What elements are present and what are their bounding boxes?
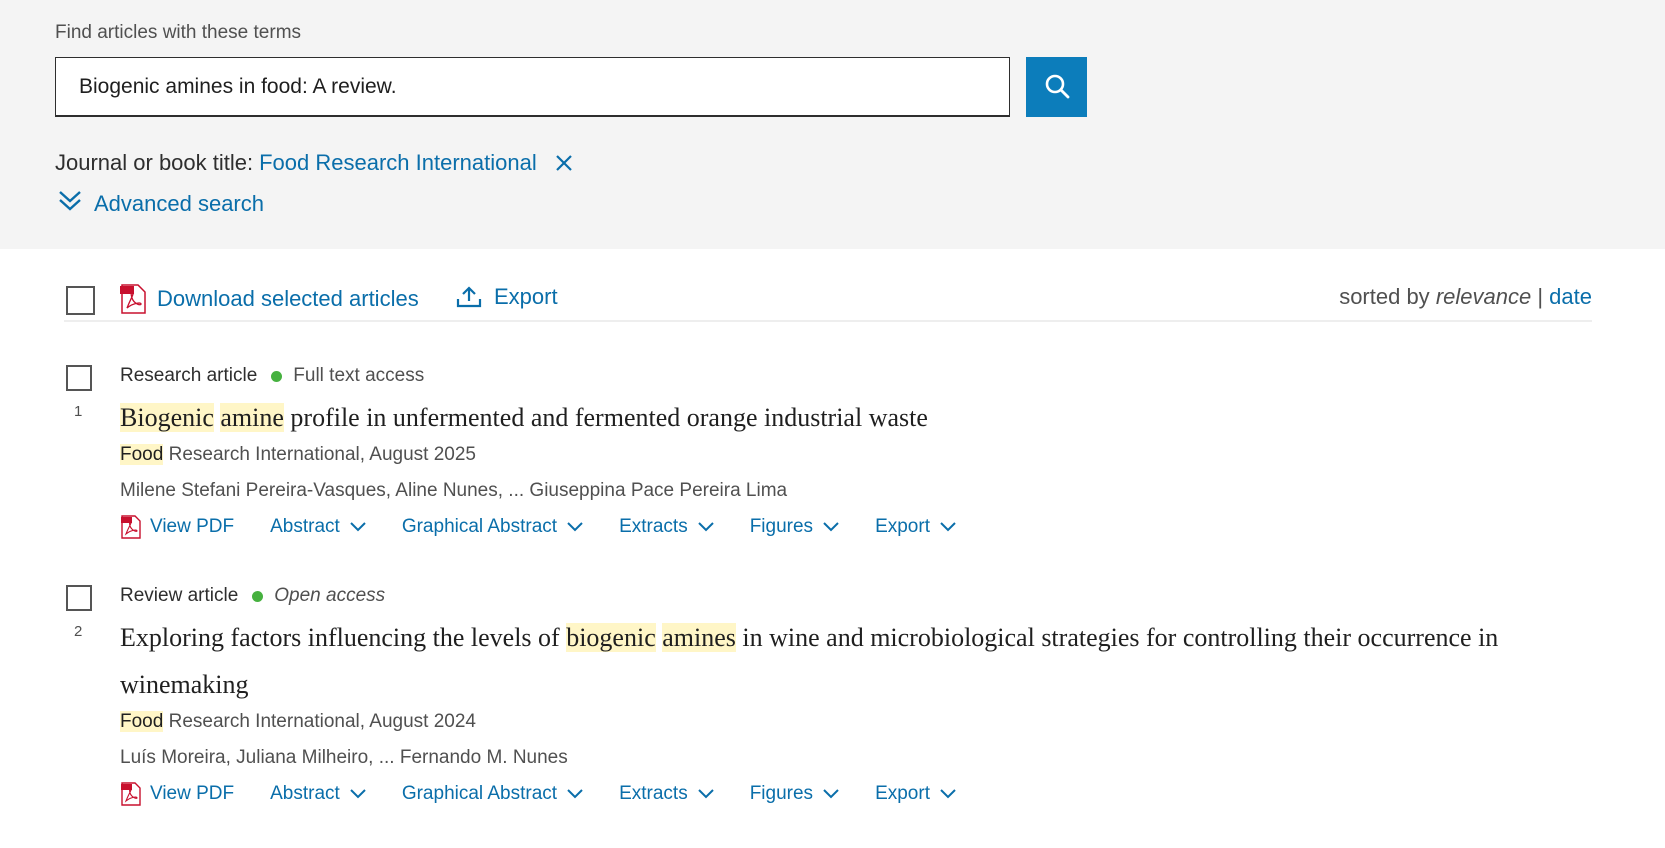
view-pdf-link[interactable]: View PDF (120, 782, 234, 806)
figures-toggle[interactable]: Figures (750, 783, 839, 805)
advanced-search-toggle[interactable]: Advanced search (58, 190, 264, 218)
chevron-down-icon (567, 789, 583, 799)
export-icon (456, 285, 482, 309)
result-actions: View PDF Abstract Graphical Abstract Ext… (120, 782, 956, 806)
source-highlight: Food (120, 444, 164, 465)
journal-filter-value[interactable]: Food Research International (259, 150, 537, 176)
download-selected-button[interactable]: Download selected articles (119, 284, 419, 314)
chevron-down-icon (823, 789, 839, 799)
results-toolbar: Download selected articles Export sorted… (64, 280, 1592, 322)
export-action-label: Export (875, 516, 930, 537)
abstract-toggle[interactable]: Abstract (270, 783, 366, 805)
source-text: Research International, August 2024 (163, 711, 476, 732)
advanced-search-label: Advanced search (94, 191, 264, 216)
article-type: Review article (120, 585, 239, 606)
pdf-icon (120, 782, 142, 806)
sort-date-link[interactable]: date (1549, 284, 1592, 309)
access-dot-icon (252, 590, 264, 602)
extracts-label: Extracts (619, 516, 688, 537)
pdf-icon (119, 284, 147, 314)
figures-label: Figures (749, 516, 814, 537)
chevron-down-icon (697, 789, 714, 799)
abstract-label: Abstract (270, 783, 340, 804)
title-highlight: Biogenic (120, 403, 214, 432)
export-toggle[interactable]: Export (875, 783, 956, 805)
result-source: Food Research International, August 2025 (120, 444, 476, 466)
export-label: Export (494, 284, 558, 309)
article-type: Research article (120, 365, 258, 386)
download-selected-label: Download selected articles (157, 286, 419, 311)
double-chevron-down-icon (58, 190, 94, 218)
chevron-down-icon (823, 522, 839, 532)
access-label: Full text access (293, 365, 425, 386)
graphical-abstract-toggle[interactable]: Graphical Abstract (402, 516, 583, 538)
chevron-down-icon (567, 522, 583, 532)
view-pdf-label: View PDF (150, 783, 235, 804)
close-icon[interactable] (553, 152, 575, 174)
graphical-abstract-toggle[interactable]: Graphical Abstract (402, 783, 583, 805)
result-meta: Research article Full text access (120, 365, 424, 387)
pdf-icon (120, 515, 142, 539)
result-checkbox[interactable] (66, 365, 92, 391)
result-number: 2 (74, 623, 83, 640)
search-input[interactable] (55, 57, 1010, 117)
chevron-down-icon (940, 522, 956, 532)
export-button[interactable]: Export (456, 284, 558, 310)
sort-control: sorted by relevance | date (1339, 284, 1592, 310)
result-checkbox[interactable] (66, 585, 92, 611)
export-action-label: Export (875, 783, 930, 804)
figures-toggle[interactable]: Figures (750, 516, 839, 538)
extracts-toggle[interactable]: Extracts (619, 783, 714, 805)
extracts-label: Extracts (619, 783, 688, 804)
graphical-abstract-label: Graphical Abstract (401, 783, 558, 804)
source-text: Research International, August 2025 (163, 444, 476, 465)
select-all-checkbox[interactable] (66, 286, 95, 315)
access-label: Open access (274, 585, 386, 606)
result-actions: View PDF Abstract Graphical Abstract Ext… (120, 515, 956, 539)
view-pdf-link[interactable]: View PDF (120, 515, 234, 539)
chevron-down-icon (697, 522, 714, 532)
search-label: Find articles with these terms (55, 22, 302, 43)
search-panel: Find articles with these terms Journal o… (0, 0, 1665, 249)
journal-filter-label: Journal or book title: (55, 150, 254, 175)
chevron-down-icon (940, 789, 956, 799)
search-button[interactable] (1026, 57, 1087, 117)
graphical-abstract-label: Graphical Abstract (401, 516, 558, 537)
sorted-by-label: sorted by (1339, 284, 1430, 309)
result-authors: Luís Moreira, Juliana Milheiro, ... Fern… (120, 747, 568, 768)
result-authors: Milene Stefani Pereira-Vasques, Aline Nu… (120, 480, 788, 501)
figures-label: Figures (749, 783, 814, 804)
result-meta: Review article Open access (120, 585, 385, 607)
chevron-down-icon (350, 522, 366, 532)
result-title[interactable]: Exploring factors influencing the levels… (120, 614, 1600, 708)
access-dot-icon (271, 370, 283, 382)
source-highlight: Food (120, 711, 164, 732)
view-pdf-label: View PDF (150, 516, 235, 537)
title-text: Exploring factors influencing the levels… (120, 623, 567, 652)
journal-filter: Journal or book title: Food Research Int… (55, 150, 575, 176)
result-source: Food Research International, August 2024 (120, 711, 476, 733)
title-highlight: amine (220, 403, 284, 432)
result-item: 2 Review article Open access Exploring f… (64, 585, 1604, 815)
abstract-label: Abstract (270, 516, 340, 537)
title-highlight: amines (662, 623, 736, 652)
extracts-toggle[interactable]: Extracts (619, 516, 714, 538)
result-number: 1 (74, 403, 83, 420)
export-toggle[interactable]: Export (875, 516, 956, 538)
search-icon (1044, 73, 1070, 102)
result-title[interactable]: Biogenic amine profile in unfermented an… (120, 394, 1600, 441)
chevron-down-icon (350, 789, 366, 799)
sort-relevance: relevance (1435, 284, 1532, 309)
title-text: profile in unfermented and fermented ora… (283, 403, 928, 432)
result-item: 1 Research article Full text access Biog… (64, 365, 1604, 545)
abstract-toggle[interactable]: Abstract (270, 516, 366, 538)
sort-separator: | (1537, 284, 1544, 309)
title-highlight: biogenic (566, 623, 656, 652)
